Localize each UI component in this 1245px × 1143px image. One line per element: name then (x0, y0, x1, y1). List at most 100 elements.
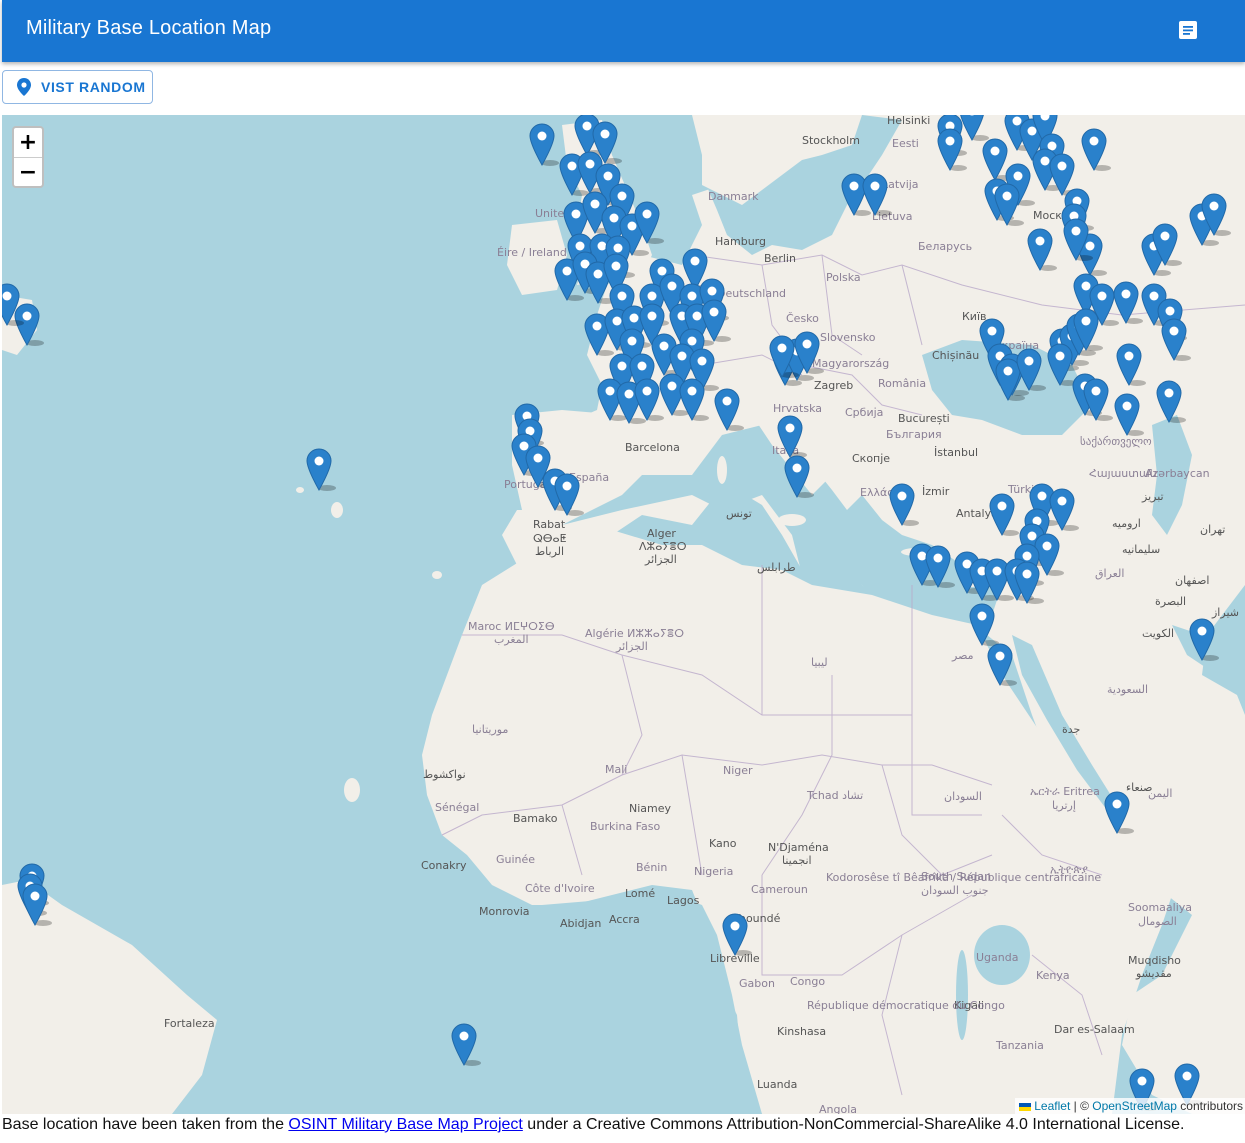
map-label: Eesti (892, 137, 919, 150)
map-label: Bamako (513, 812, 558, 825)
map-label: Rabat (533, 518, 566, 531)
map-label: Deutschland (717, 287, 786, 300)
map-label: Беларусь (918, 240, 972, 253)
visit-random-button[interactable]: VIST RANDOM (2, 70, 153, 104)
map-label: Monrovia (479, 905, 530, 918)
zoom-control: + − (12, 126, 44, 188)
map-label: Sénégal (435, 801, 479, 814)
attribution-suffix: contributors (1176, 1099, 1243, 1113)
app-title: Military Base Location Map (26, 17, 272, 39)
map-label: شیراز (1211, 606, 1239, 619)
map-label: İstanbul (934, 446, 978, 459)
map-label: Gabon (739, 977, 775, 990)
map-label: الصومال (1138, 915, 1177, 928)
map-label: Conakry (421, 859, 467, 872)
map-label: South Sudan (921, 870, 991, 883)
visit-random-label: VIST RANDOM (41, 79, 146, 95)
map-label: Azərbaycan (1145, 467, 1210, 480)
map-label: Guinée (496, 853, 535, 866)
map-label: إرتريا (1052, 799, 1076, 812)
map-label: Cameroun (751, 883, 808, 896)
zoom-out-button[interactable]: − (14, 158, 42, 187)
map-label: مصر (951, 649, 974, 662)
map-label: Alger (647, 527, 676, 540)
map-label: Slovensko (820, 331, 876, 344)
map-label: تبریز (1141, 490, 1164, 503)
map-label: السعودية (1107, 683, 1148, 696)
map-label: ኤርትራ Eritrea (1030, 785, 1100, 798)
map-label: Latvija (882, 178, 919, 191)
osm-link[interactable]: OpenStreetMap (1092, 1099, 1177, 1113)
map-label: İzmir (922, 485, 950, 498)
map-label: اصفهان (1175, 574, 1209, 587)
map-label: Србија (845, 406, 883, 419)
map-label: Hamburg (715, 235, 766, 248)
map-view[interactable]: Helsinki Stockholm Eesti Latvija Lietuva… (2, 115, 1245, 1114)
map-label: الكويت (1142, 627, 1174, 640)
footer-prefix: Base location have been taken from the (2, 1116, 289, 1133)
map-label: République démocratique du Congo (807, 999, 1005, 1012)
map-label: Київ (962, 310, 987, 323)
map-label: Abidjan (560, 917, 601, 930)
map-label: Stockholm (802, 134, 860, 147)
map-label: Kenya (1036, 969, 1070, 982)
map-label: Zagreb (814, 379, 853, 392)
map-label: България (886, 428, 942, 441)
map-label: România (878, 377, 926, 390)
map-label: Kinshasa (777, 1025, 826, 1038)
map-label: جدة (1062, 723, 1080, 736)
map-attribution: Leaflet | © OpenStreetMap contributors (1015, 1098, 1245, 1114)
footer-license: Base location have been taken from the O… (2, 1116, 1185, 1134)
map-label: المغرب (494, 633, 529, 646)
map-label: Helsinki (887, 115, 930, 127)
map-label: Fortaleza (164, 1017, 215, 1030)
about-button[interactable] (1170, 12, 1206, 48)
map-label: Tanzania (995, 1039, 1044, 1052)
leaflet-link[interactable]: Leaflet (1034, 1099, 1070, 1113)
base-marker[interactable] (306, 448, 336, 491)
map-label: Česko (786, 312, 819, 325)
base-marker[interactable] (529, 123, 559, 166)
map-label: Uganda (976, 951, 1018, 964)
map-label: اليمن (1148, 787, 1172, 800)
attribution-separator: | © (1070, 1099, 1093, 1113)
map-label: سلیمانیه (1122, 543, 1160, 556)
map-label: Niamey (629, 802, 672, 815)
map-label: Barcelona (625, 441, 680, 454)
map-label: ليبيا (811, 656, 828, 669)
map-label: جنوب السودان (921, 884, 989, 897)
map-label: Accra (609, 913, 640, 926)
map-label: طرابلس (757, 561, 796, 574)
map-label: مقديشو (1135, 967, 1172, 980)
zoom-in-button[interactable]: + (14, 128, 42, 158)
map-label: Bénin (636, 861, 667, 874)
map-label: Muqdisho (1128, 954, 1181, 967)
map-label: Chișinău (932, 349, 979, 362)
map-label: ⴷⵣⴰⵢⴻⵔ (639, 540, 687, 553)
app-bar: Military Base Location Map (2, 0, 1245, 62)
map-label: Kano (709, 837, 737, 850)
map-label: N'Djaména (768, 841, 829, 854)
base-marker[interactable] (451, 1023, 481, 1066)
lake-tanganyika (956, 950, 968, 1040)
map-label: Polska (826, 271, 861, 284)
map-label: Algérie ⵍⵣⵣⴰⵢⴻⵔ (585, 627, 684, 640)
map-label: Lagos (667, 894, 700, 907)
map-label: البصرة (1155, 595, 1186, 608)
ukraine-flag-icon (1019, 1102, 1032, 1111)
map-label: Mali (605, 763, 627, 776)
osint-project-link[interactable]: OSINT Military Base Map Project (288, 1116, 522, 1133)
map-label: Nigeria (694, 865, 733, 878)
map-label: ارومیه (1112, 517, 1141, 530)
map-label: Burkina Faso (590, 820, 660, 833)
map-label: Tchad تشاد (806, 789, 863, 802)
map-label: ⵕⴱⴰⵟ (533, 532, 567, 545)
location-pin-icon (17, 78, 31, 96)
map-label: București (898, 412, 950, 425)
map-tiles[interactable]: Helsinki Stockholm Eesti Latvija Lietuva… (2, 115, 1245, 1114)
map-label: السودان (944, 790, 982, 803)
map-label: Dar es-Salaam (1054, 1023, 1135, 1036)
map-label: Magyarország (812, 357, 889, 370)
map-label: Berlin (764, 252, 796, 265)
footer-suffix: under a Creative Commons Attribution-Non… (522, 1116, 1185, 1133)
